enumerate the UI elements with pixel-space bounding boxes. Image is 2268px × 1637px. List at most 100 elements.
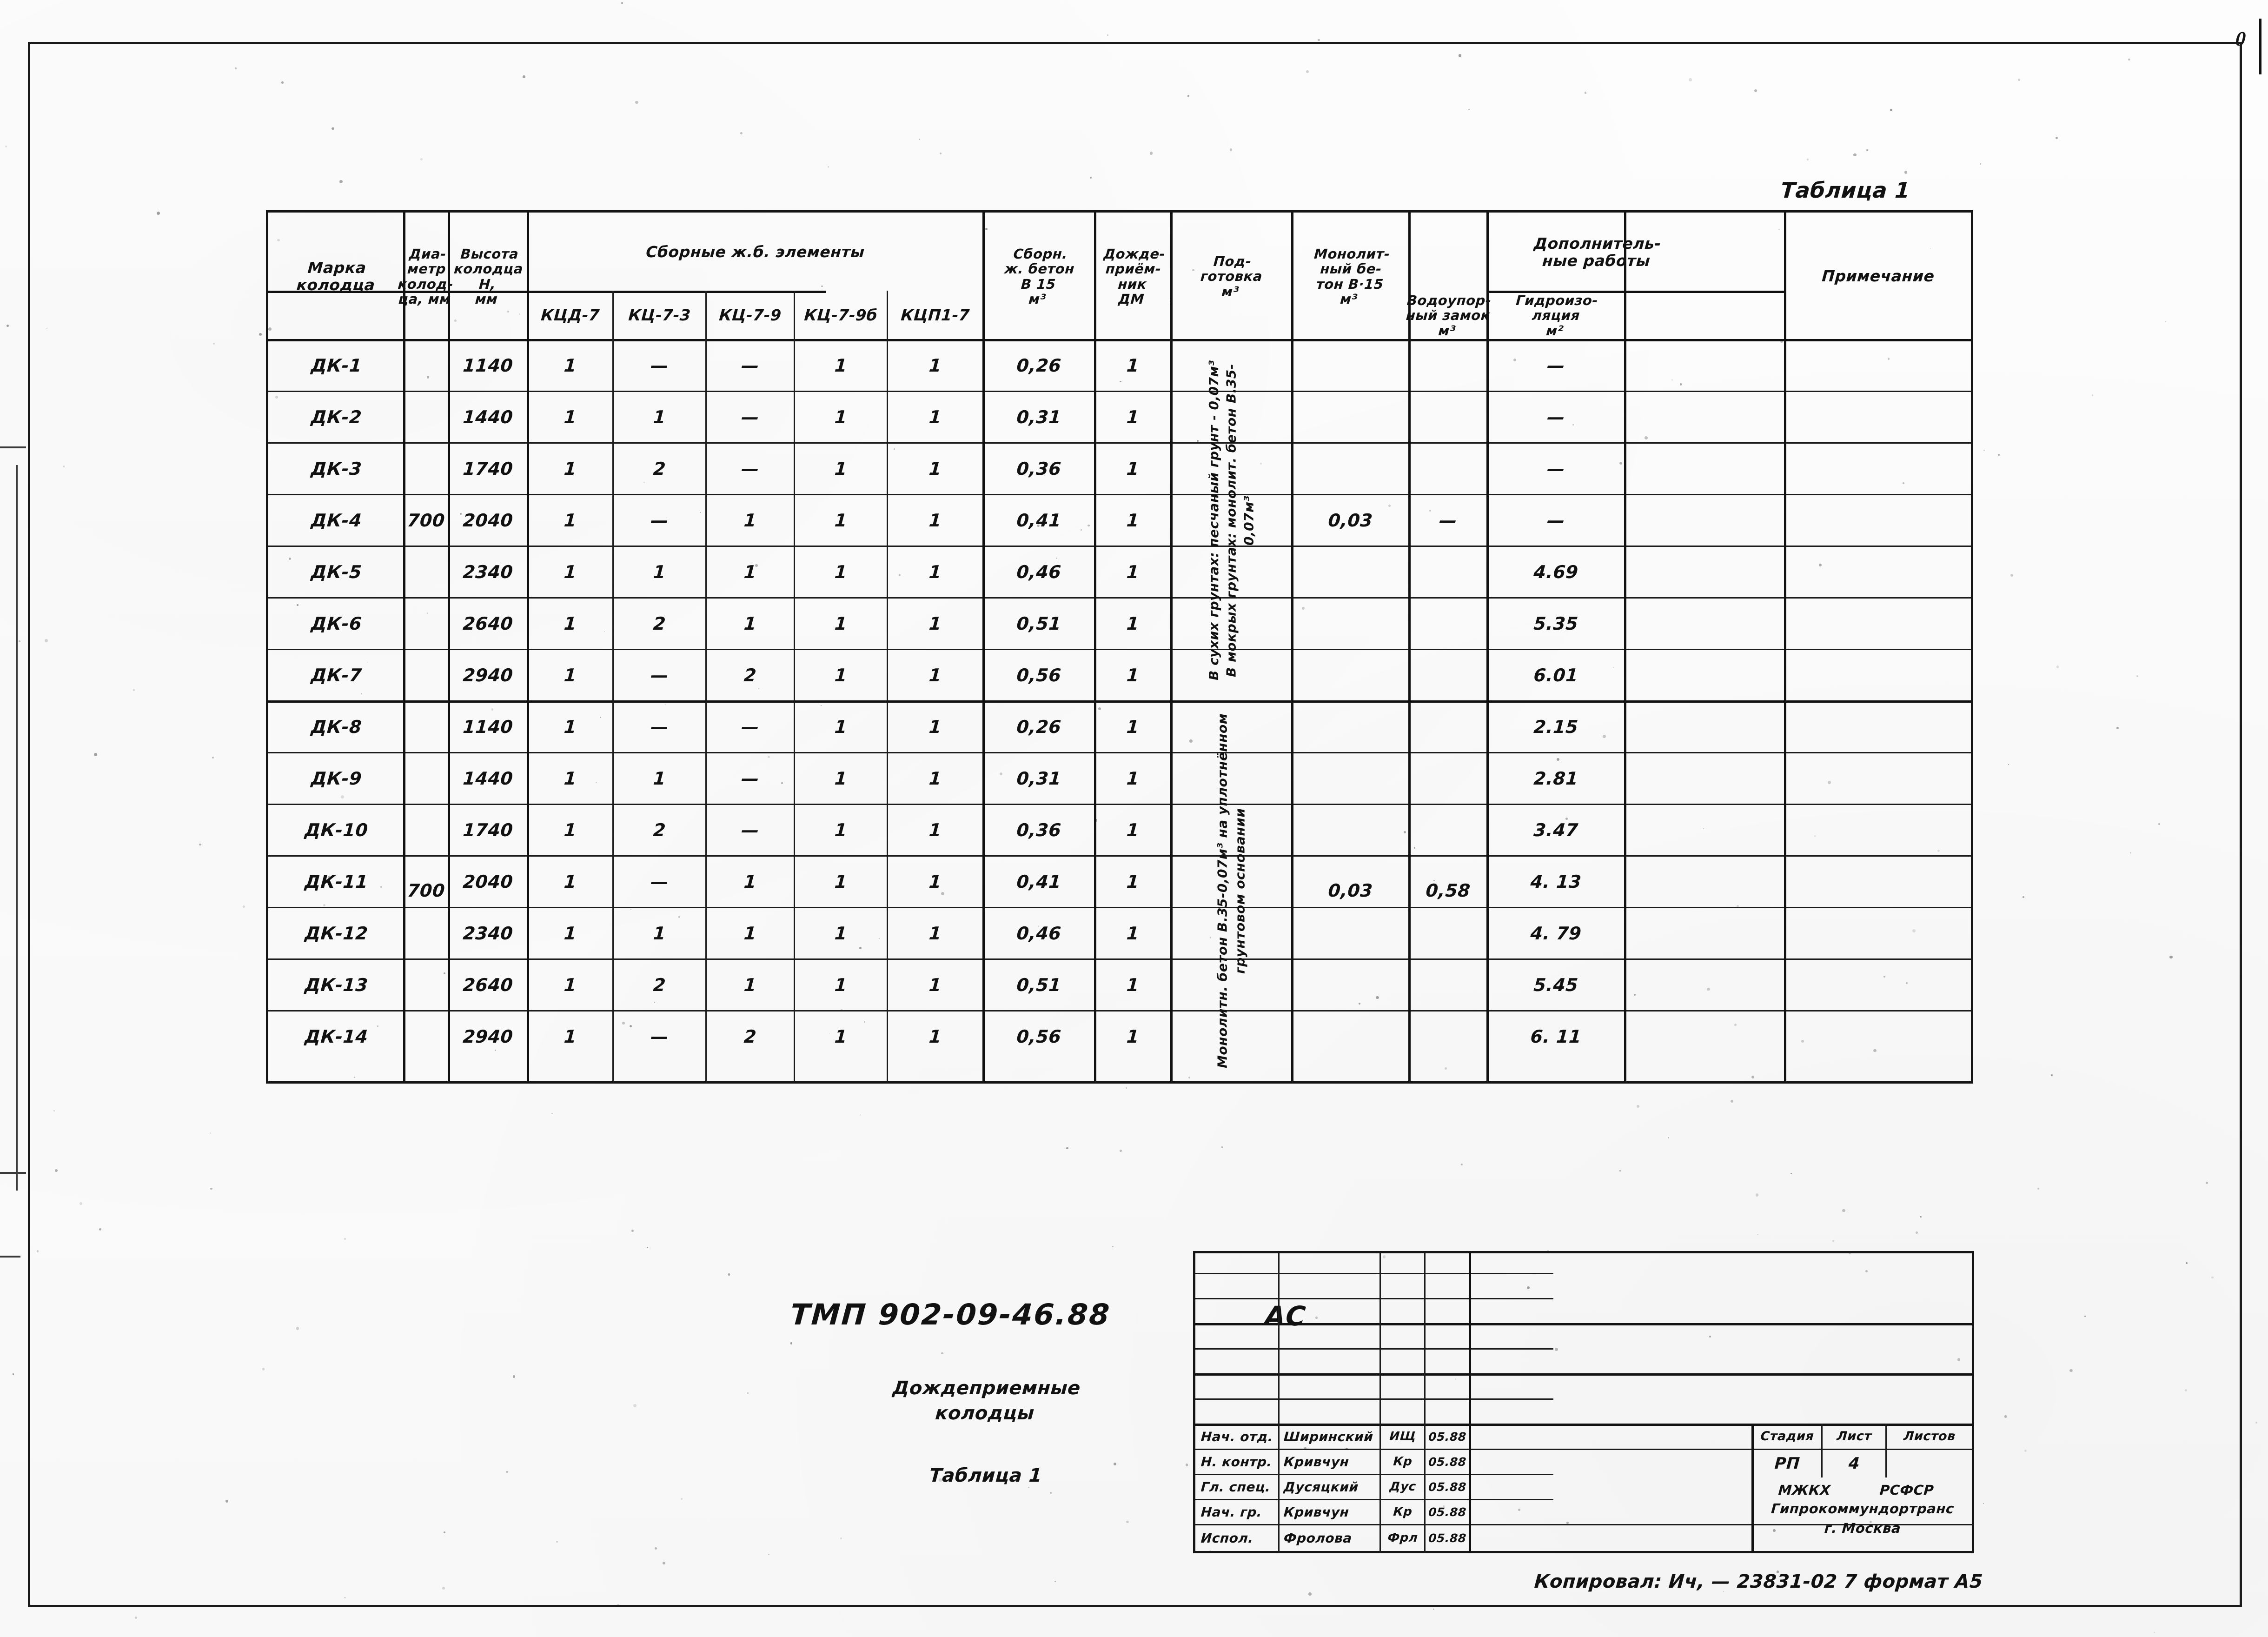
cell-hydro: 6.01 (1533, 665, 1579, 685)
cell-height: 1740 (462, 458, 514, 479)
cell-hydro: — (1546, 510, 1566, 531)
cell-kc73: 2 (652, 458, 667, 479)
cell-kcd7: 1 (563, 510, 577, 531)
table-vline (1784, 213, 1786, 1081)
scan-speck (5, 146, 7, 147)
header-sborn-concrete: Сборн. ж. бетон В 15 м³ (1004, 246, 1075, 307)
cell-sborn: 0,31 (1016, 406, 1062, 427)
cell-hydro: — (1546, 458, 1566, 479)
cell-kcd7: 1 (563, 716, 577, 737)
cell-sborn: 0,36 (1016, 458, 1062, 479)
cell-kcp17: 1 (928, 665, 942, 685)
table-caption: Таблица 1 (1780, 178, 1911, 203)
stage-value: РП (1774, 1454, 1801, 1473)
cell-mark: ДК-10 (304, 819, 369, 840)
tb-hline (1195, 1348, 1553, 1350)
cell-kcd7: 1 (563, 819, 577, 840)
scan-speck (2255, 1421, 2258, 1424)
header-additional-group: Дополнитель- ные работы (1533, 234, 1662, 270)
title-block: Нач. отд. Ширинский ИЩ 05.88 Н. контр. К… (1193, 1251, 1974, 1553)
cell-kcp17: 1 (928, 613, 942, 634)
cell-kc73: — (650, 1026, 670, 1047)
header-mark: Марка колодца (296, 258, 376, 294)
scan-speck (1318, 39, 1320, 41)
cell-sborn: 0,26 (1016, 355, 1062, 376)
cell-kc79b: 1 (834, 923, 848, 944)
signature-glyph: Фрл (1387, 1531, 1419, 1545)
specification-table: Марка колодца Диа- метр колод- ца, мм Вы… (266, 210, 1973, 1084)
cell-kcd7: 1 (563, 923, 577, 944)
cell-dm: 1 (1126, 458, 1140, 479)
organization-institute: Гипрокоммундортранс (1771, 1501, 1955, 1517)
cell-kcd7: 1 (563, 355, 577, 376)
tb-hline (1195, 1298, 1553, 1299)
scan-speck (6, 324, 9, 327)
cell-hydro: 6. 11 (1530, 1026, 1582, 1047)
organization-name-left: МЖКХ (1777, 1482, 1831, 1498)
cell-dm: 1 (1126, 716, 1140, 737)
cell-mark: ДК-3 (310, 458, 363, 479)
cell-sborn: 0,56 (1016, 1026, 1062, 1047)
cell-kc79: 1 (743, 974, 757, 995)
cell-kcp17: 1 (928, 510, 942, 531)
signature-date: 05.88 (1428, 1531, 1467, 1545)
list-header: Лист (1836, 1429, 1872, 1444)
cell-mark: ДК-13 (304, 974, 369, 995)
signature-glyph: Дус (1389, 1480, 1417, 1494)
margin-tick (0, 446, 26, 448)
cell-mark: ДК-8 (310, 716, 363, 737)
cell-hydro: 2.81 (1533, 768, 1579, 789)
cell-kc79b: 1 (834, 561, 848, 582)
cell-kcd7: 1 (563, 768, 577, 789)
tb-hline (1195, 1273, 1553, 1274)
cell-kc79b: 1 (834, 716, 848, 737)
cell-height: 1440 (462, 768, 514, 789)
cell-kcp17: 1 (928, 716, 942, 737)
header-water-lock: Водоупор- ный замок м³ (1405, 292, 1492, 339)
cell-dm: 1 (1126, 974, 1140, 995)
cell-kc79b: 1 (834, 768, 848, 789)
cell-kc79: 1 (743, 613, 757, 634)
sheet-subtitle: Таблица 1 (928, 1465, 1043, 1486)
cell-kc73: 1 (652, 768, 667, 789)
cell-sborn: 0,56 (1016, 665, 1062, 685)
cell-kcd7: 1 (563, 871, 577, 892)
cell-kc79b: 1 (834, 665, 848, 685)
cell-sborn: 0,36 (1016, 819, 1062, 840)
cell-kc73: 2 (652, 819, 667, 840)
cell-kcd7: 1 (563, 974, 577, 995)
cell-kcd7: 1 (563, 561, 577, 582)
cell-kc79: 1 (743, 510, 757, 531)
cell-hydro: 4.69 (1533, 561, 1579, 582)
signature-date: 05.88 (1428, 1430, 1467, 1444)
cell-kc79: — (740, 768, 760, 789)
cell-kc79: 1 (743, 923, 757, 944)
cell-sborn: 0,41 (1016, 871, 1062, 892)
cell-height: 2640 (462, 974, 514, 995)
scan-speck (621, 2, 623, 4)
drawing-designation: ТМП 902-09-46.88 (789, 1298, 1112, 1331)
cell-height: 2340 (462, 923, 514, 944)
cell-kcp17: 1 (928, 458, 942, 479)
corner-rule (2259, 19, 2261, 74)
cell-kc79b: 1 (834, 458, 848, 479)
header-precast-kc79b: КЦ-7-9б (803, 306, 878, 325)
signature-name: Ширинский (1283, 1429, 1374, 1444)
cell-dm: 1 (1126, 1026, 1140, 1047)
header-height: Высота колодца Н, мм (453, 246, 524, 307)
cell-kcp17: 1 (928, 768, 942, 789)
margin-tick (16, 465, 18, 1191)
cell-mark: ДК-9 (310, 768, 363, 789)
cell-kc79: — (740, 819, 760, 840)
cell-kc79: 2 (743, 665, 757, 685)
signature-name: Кривчун (1283, 1504, 1350, 1520)
cell-height: 2640 (462, 613, 514, 634)
cell-kc73: — (650, 871, 670, 892)
signature-name: Дусяцкий (1283, 1479, 1359, 1495)
cell-height: 1140 (462, 355, 514, 376)
cell-kc73: — (650, 665, 670, 685)
signature-role: Н. контр. (1200, 1454, 1273, 1470)
cell-kc79b: 1 (834, 510, 848, 531)
scan-speck (19, 640, 21, 643)
cell-kc73: 2 (652, 974, 667, 995)
